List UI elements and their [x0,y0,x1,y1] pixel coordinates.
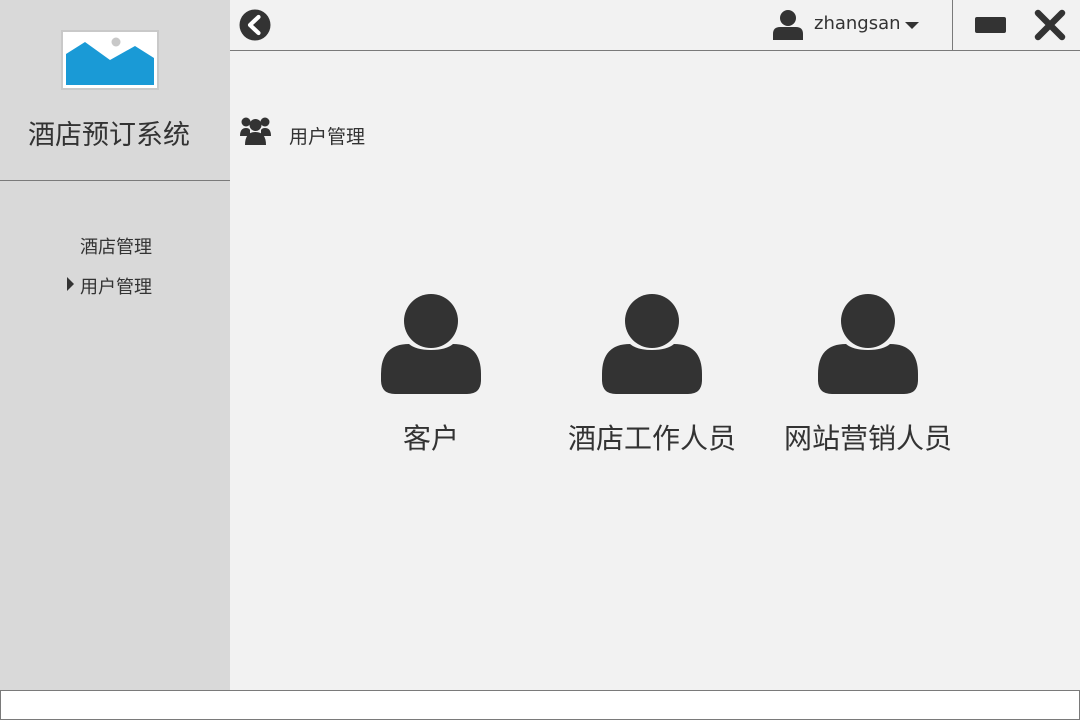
user-icon [773,10,803,40]
sidebar-item-label: 酒店管理 [80,237,152,258]
caret-down-icon [905,22,919,29]
back-button[interactable] [239,9,271,45]
sidebar: 酒店预订系统 酒店管理 用户管理 [0,0,230,690]
card-customer[interactable]: 客户 [331,294,531,457]
app-logo [61,30,159,90]
minimize-button[interactable] [975,17,1006,33]
topbar-divider [952,0,953,51]
sidebar-item-label: 用户管理 [80,277,152,298]
card-label: 网站营销人员 [783,422,952,455]
user-icon [381,294,481,394]
card-label: 客户 [402,422,459,455]
card-marketing-staff[interactable]: 网站营销人员 [768,294,968,457]
close-button[interactable] [1034,9,1066,45]
active-arrow-icon [67,277,74,291]
close-icon [1034,9,1066,41]
user-icon [602,294,702,394]
card-hotel-staff[interactable]: 酒店工作人员 [552,294,752,457]
section-title: 用户管理 [289,126,366,148]
user-icon [818,294,918,394]
sidebar-divider [0,180,230,181]
users-group-icon [240,117,271,145]
chevron-left-circle-icon [239,9,271,41]
image-placeholder-icon [66,37,154,85]
card-label: 酒店工作人员 [567,422,736,455]
sidebar-item-user-management[interactable]: 用户管理 [67,273,152,299]
top-bar: zhangsan [230,0,1080,51]
sidebar-item-hotel-management[interactable]: 酒店管理 [80,233,152,259]
username: zhangsan [814,13,901,34]
status-bar [0,690,1080,720]
app-title: 酒店预订系统 [28,120,190,151]
